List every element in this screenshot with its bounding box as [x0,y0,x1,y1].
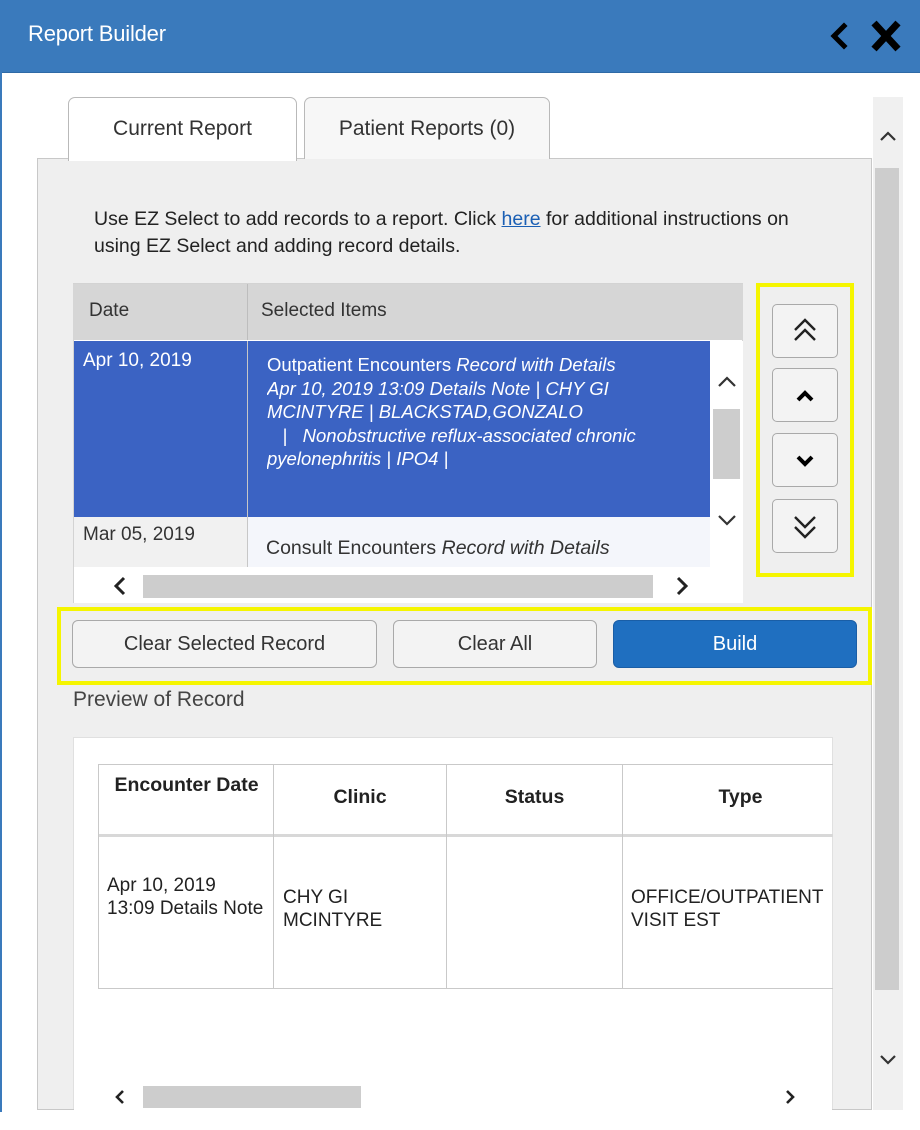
collapse-button[interactable] [822,18,858,54]
row-detail-line: MCINTYRE | BLACKSTAD,GONZALO [267,401,583,422]
preview-header-status: Status [504,786,565,808]
row-record-detail: Record with Details [456,354,616,375]
selected-items-header [73,284,743,340]
row-selected-items-text: Outpatient Encounters Record with Detail… [267,353,707,471]
window-title: Report Builder [28,21,166,46]
column-header-selected-items[interactable]: Selected Items [261,300,387,322]
row-selected-items-text: Consult Encounters Record with Details [266,537,706,567]
preview-scroll-right-button[interactable] [776,1083,804,1111]
table-scroll-up-button[interactable] [713,368,741,396]
chevron-up-icon [796,390,814,402]
chevron-right-icon [786,1090,795,1104]
preview-header-encounter-date: Encounter Date [114,774,259,796]
preview-cell-type-text: OFFICE/OUTPATIENT VISIT EST [631,886,831,932]
instructions-text: Use EZ Select to add records to a report… [94,206,814,260]
chevron-right-icon [676,576,689,596]
preview-horizontal-scrollbar-thumb[interactable] [143,1086,361,1108]
row-record-type: Outpatient Encounters [267,354,457,375]
chevron-left-icon [830,22,848,50]
row-detail-line: Apr 10, 2019 13:09 Details Note | CHY GI [267,377,609,399]
table-horizontal-scrollbar-thumb[interactable] [143,575,653,598]
preview-header-clinic: Clinic [333,786,387,808]
preview-cell-clinic: CHY GI MCINTYRE [283,887,383,931]
row-detail-line: pyelonephritis | IPO4 | [267,448,449,469]
instructions-help-link[interactable]: here [502,208,541,230]
move-down-button[interactable] [772,433,838,487]
column-header-date[interactable]: Date [89,300,129,322]
preview-header-type: Type [718,786,763,808]
clear-all-button[interactable]: Clear All [393,620,597,668]
table-vertical-scrollbar-thumb[interactable] [713,409,740,479]
scroll-down-button[interactable] [874,1046,902,1074]
preview-header-divider [99,834,833,837]
row-detail-line: | Nonobstructive reflux-associated chron… [267,424,636,446]
header-divider [247,284,248,340]
chevron-up-icon [880,131,896,141]
preview-scroll-left-button[interactable] [106,1083,134,1111]
chevron-left-icon [115,1090,124,1104]
build-button[interactable]: Build [613,620,857,668]
table-scroll-left-button[interactable] [106,572,134,600]
chevron-down-icon [880,1055,896,1065]
close-button[interactable] [866,18,906,54]
move-to-top-button[interactable] [772,304,838,358]
chevron-down-icon [718,515,736,526]
double-chevron-up-icon [794,318,816,341]
tab-patient-reports[interactable]: Patient Reports (0) [304,97,550,159]
preview-cell-type-line: OFFICE/OUTPATIENT [631,887,824,908]
preview-cell-encounter-date: Apr 10, 2019 13:09 Details Note [107,875,264,919]
row-date: Apr 10, 2019 [83,350,192,371]
table-scroll-right-button[interactable] [668,572,696,600]
row-record-detail: Record with Details [441,537,610,559]
window-border [0,72,2,1112]
tab-current-report[interactable]: Current Report [68,97,297,161]
preview-heading: Preview of Record [73,688,245,711]
chevron-left-icon [113,576,126,596]
clear-selected-record-button[interactable]: Clear Selected Record [72,620,377,668]
panel-scrollbar-thumb[interactable] [875,168,899,990]
column-divider [247,341,248,567]
instructions-text-start: Use EZ Select to add records to a report… [94,208,502,230]
scroll-up-button[interactable] [874,122,902,150]
move-up-button[interactable] [772,368,838,422]
preview-cell-type-line: VISIT EST [631,910,721,931]
chevron-down-icon [796,455,814,467]
row-date: Mar 05, 2019 [83,524,195,545]
double-chevron-down-icon [794,516,816,539]
close-icon [871,20,901,52]
chevron-up-icon [718,376,736,387]
move-to-bottom-button[interactable] [772,499,838,553]
table-scroll-down-button[interactable] [713,506,741,534]
preview-cell-type: OFFICE/OUTPATIENT VISIT EST [631,886,831,932]
row-record-type: Consult Encounters [266,537,442,559]
